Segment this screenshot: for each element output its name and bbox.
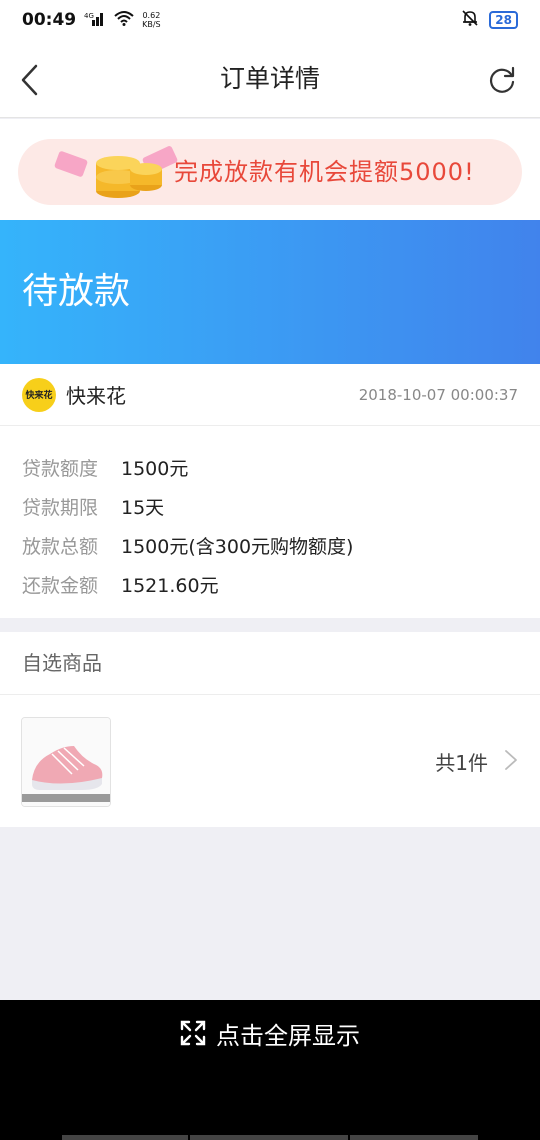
nav-indicator-right — [350, 1135, 478, 1140]
product-thumbnail[interactable] — [21, 717, 111, 807]
bottom-bar: 点击全屏显示 — [0, 1000, 540, 1140]
fullscreen-button[interactable]: 点击全屏显示 — [0, 1000, 540, 1066]
nav-bar: 订单详情 — [0, 40, 540, 118]
order-status-header: 待放款 — [0, 220, 540, 364]
banner-area: 完成放款有机会提额5000! — [0, 119, 540, 220]
refresh-button[interactable] — [486, 64, 518, 96]
order-details-card: 快来花 快来花 2018-10-07 00:00:37 贷款额度 1500元 贷… — [0, 364, 540, 618]
network-speed-value: 0.62 — [142, 11, 161, 20]
detail-label: 还款金额 — [22, 575, 99, 597]
detail-label: 贷款额度 — [22, 458, 99, 480]
nav-indicator-left — [62, 1135, 188, 1140]
status-left: 00:49 4G 0.62 KB/S — [22, 10, 161, 30]
detail-value: 15天 — [121, 497, 165, 519]
battery-indicator: 28 — [489, 11, 518, 29]
merchant-name: 快来花 — [66, 384, 126, 408]
detail-row-disbursed-total: 放款总额 1500元(含300元购物额度) — [0, 526, 540, 565]
banner-text: 完成放款有机会提额5000! — [174, 158, 475, 186]
detail-row-loan-term: 贷款期限 15天 — [0, 487, 540, 526]
promo-banner[interactable]: 完成放款有机会提额5000! — [18, 139, 522, 205]
back-button[interactable] — [18, 64, 42, 96]
merchant-row: 快来花 快来花 2018-10-07 00:00:37 — [0, 364, 540, 426]
expand-icon — [180, 1020, 206, 1046]
detail-row-loan-amount: 贷款额度 1500元 — [0, 448, 540, 487]
detail-list: 贷款额度 1500元 贷款期限 15天 放款总额 1500元(含300元购物额度… — [0, 426, 540, 604]
network-speed-unit: KB/S — [142, 20, 161, 29]
order-time: 2018-10-07 00:00:37 — [358, 385, 518, 404]
svg-text:4G: 4G — [84, 12, 94, 20]
status-bar: 00:49 4G 0.62 KB/S 28 — [0, 0, 540, 40]
nav-indicator-center — [190, 1135, 348, 1140]
detail-value: 1500元 — [121, 458, 189, 480]
coins-icon — [54, 146, 178, 198]
page-title: 订单详情 — [219, 64, 320, 93]
detail-label: 贷款期限 — [22, 497, 99, 519]
network-speed: 0.62 KB/S — [142, 11, 161, 29]
wifi-icon — [114, 10, 134, 30]
merchant-logo: 快来花 — [22, 377, 56, 412]
chevron-right-icon[interactable] — [504, 749, 518, 771]
status-time: 00:49 — [22, 10, 77, 30]
products-title: 自选商品 — [0, 632, 540, 695]
order-status-label: 待放款 — [22, 271, 131, 312]
product-count: 共1件 — [435, 751, 488, 775]
detail-value: 1521.60元 — [121, 575, 219, 597]
product-row[interactable]: 共1件 — [0, 695, 540, 827]
detail-row-repayment: 还款金额 1521.60元 — [0, 565, 540, 604]
products-card: 自选商品 共1件 — [0, 632, 540, 827]
status-right: 28 — [461, 9, 518, 31]
chevron-left-icon — [21, 64, 38, 96]
mute-bell-icon — [461, 9, 479, 31]
refresh-icon — [489, 66, 515, 93]
fullscreen-label: 点击全屏显示 — [216, 1021, 360, 1050]
sneaker-image — [22, 718, 110, 806]
detail-value: 1500元(含300元购物额度) — [121, 536, 354, 558]
signal-icon: 4G — [84, 10, 106, 30]
detail-label: 放款总额 — [22, 536, 99, 558]
